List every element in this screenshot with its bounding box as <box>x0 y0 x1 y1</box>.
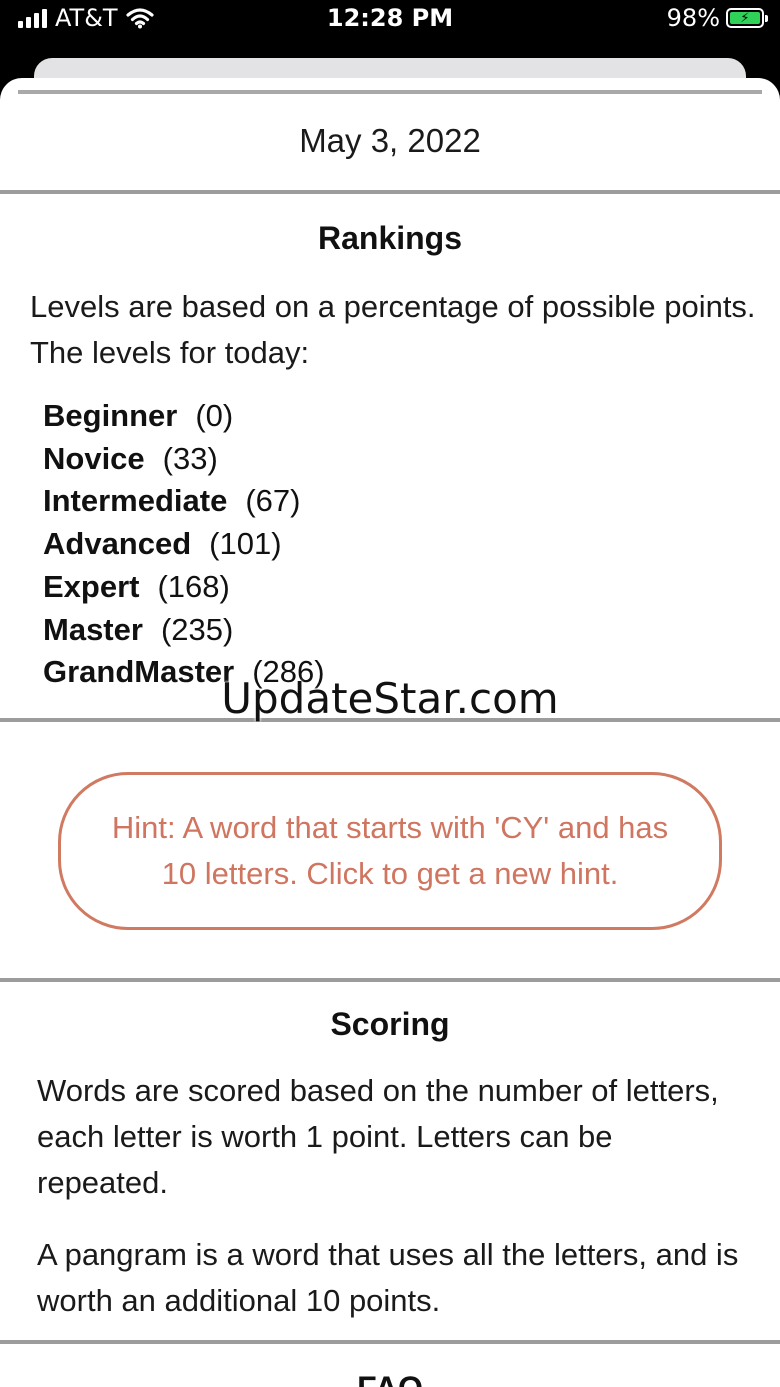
level-row: Novice (33) <box>43 438 325 481</box>
hint-text: Hint: A word that starts with 'CY' and h… <box>111 810 669 891</box>
level-name: Beginner <box>43 398 178 433</box>
level-name: Master <box>43 611 143 647</box>
level-row: Advanced (101) <box>43 523 325 566</box>
clock: 12:28 PM <box>326 4 454 32</box>
level-points: (168) <box>157 568 230 604</box>
faq-title: FAQ <box>0 1370 780 1387</box>
divider <box>18 90 762 94</box>
battery-charging-icon: ⚡ <box>726 8 768 28</box>
level-name: Novice <box>43 440 145 476</box>
modal-sheet[interactable]: May 3, 2022 Rankings Levels are based on… <box>0 78 780 1387</box>
hint-button[interactable]: Hint: A word that starts with 'CY' and h… <box>58 772 722 930</box>
rankings-description: Levels are based on a percentage of poss… <box>30 289 756 370</box>
level-points: (101) <box>209 526 282 562</box>
level-row: Expert (168) <box>43 566 325 609</box>
level-points: (235) <box>160 611 234 647</box>
status-right: 98% ⚡ <box>666 4 768 32</box>
divider <box>0 978 780 982</box>
battery-percent: 98% <box>666 4 720 32</box>
level-row: Master (235) <box>43 609 325 652</box>
level-row: Intermediate (67) <box>43 480 325 523</box>
watermark: UpdateStar.com <box>221 674 559 723</box>
level-name: Expert <box>43 568 140 604</box>
pangram-paragraph: A pangram is a word that uses all the le… <box>37 1237 739 1318</box>
level-row: Beginner (0) <box>43 395 325 438</box>
scoring-paragraph: Words are scored based on the number of … <box>37 1073 719 1200</box>
level-points: (33) <box>162 440 218 476</box>
divider <box>0 190 780 194</box>
level-name: Advanced <box>43 526 192 562</box>
level-points: (67) <box>245 483 301 519</box>
divider <box>0 1340 780 1344</box>
level-name: Intermediate <box>43 483 228 519</box>
level-points: (0) <box>195 398 234 433</box>
levels-list: Beginner (0) Novice (33) Intermediate (67) … <box>43 395 325 694</box>
rankings-title: Rankings <box>317 220 463 256</box>
status-bar: AT&T 12:28 PM 98% ⚡ <box>0 0 780 50</box>
scoring-title: Scoring <box>330 1006 450 1042</box>
date-label: May 3, 2022 <box>299 122 481 159</box>
